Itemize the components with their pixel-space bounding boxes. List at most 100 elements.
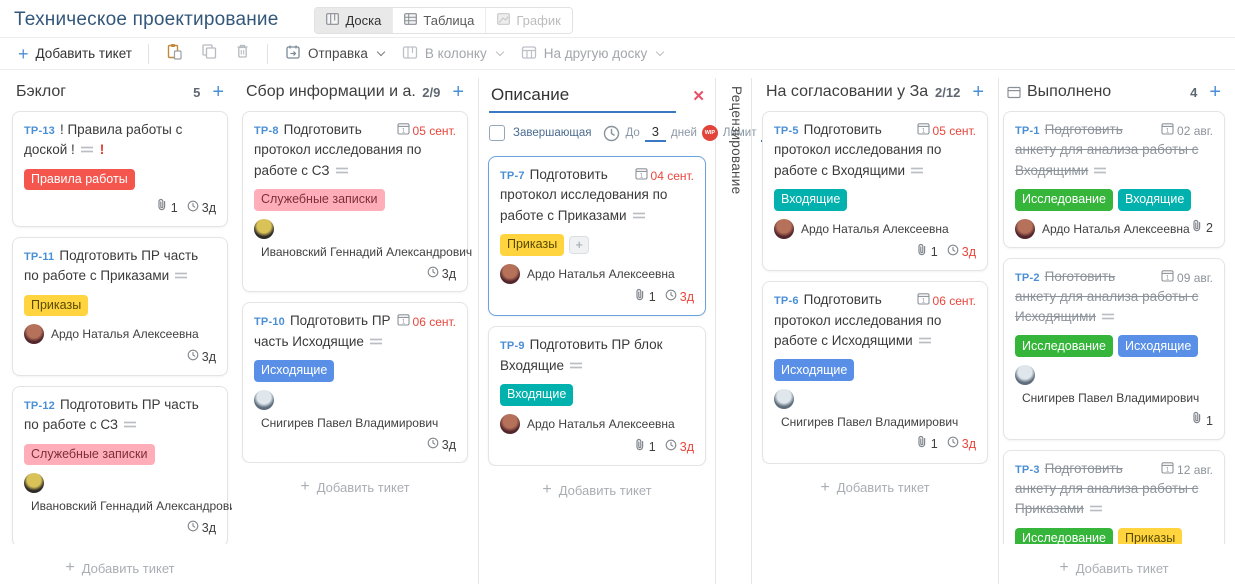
collapsed-column[interactable]: Рецензирование — [722, 78, 752, 584]
tag[interactable]: Исследование — [1015, 335, 1113, 357]
plus-icon: + — [820, 478, 830, 496]
add-ticket-button[interactable]: + Добавить тикет — [8, 560, 232, 576]
deadline-date: 04 сент. — [650, 169, 694, 183]
days-left: 3д — [947, 243, 976, 262]
ticket-card[interactable]: ТР-12 Подготовить ПР часть по работе с СЗ… — [12, 386, 232, 544]
view-tab[interactable]: Доска — [315, 7, 393, 33]
clock-icon — [665, 288, 677, 307]
archive-icon — [1007, 86, 1021, 99]
add-ticket-button[interactable]: + Добавить тикет — [758, 478, 992, 496]
column-name[interactable]: Выполнено — [1027, 83, 1184, 101]
column-add-button[interactable]: + — [1209, 82, 1221, 102]
ticket-key: ТР-12 — [24, 400, 55, 412]
tag[interactable]: Исходящие — [774, 359, 855, 381]
tags-row: Приказы — [24, 294, 216, 317]
ticket-card[interactable]: ТР-11 Подготовить ПР часть по работе с Пр… — [12, 237, 228, 376]
view-tab[interactable]: Таблица — [392, 7, 486, 33]
column-add-button[interactable]: + — [212, 82, 224, 102]
tag[interactable]: Приказы — [1118, 527, 1183, 544]
add-ticket-button[interactable]: + Добавить тикет — [479, 482, 715, 498]
view-tab-label: График — [516, 12, 561, 28]
tag[interactable]: Правила работы — [24, 168, 135, 191]
avatar — [24, 473, 44, 494]
copy-button[interactable] — [192, 41, 226, 66]
tag[interactable]: Входящие — [1118, 188, 1192, 211]
tag[interactable]: Приказы — [500, 233, 565, 256]
add-ticket-button[interactable]: + Добавить тикет — [999, 560, 1229, 576]
ticket-key: ТР-7 — [500, 170, 525, 182]
due-days-input[interactable]: 3 — [644, 124, 667, 142]
days-value: 3д — [201, 350, 216, 365]
view-tab[interactable]: График — [485, 7, 572, 33]
column-name[interactable]: Бэклог — [16, 83, 187, 101]
final-checkbox[interactable] — [489, 125, 505, 141]
column-name[interactable]: Сбор информации и а... — [246, 83, 416, 101]
tag[interactable]: Служебные записки — [254, 188, 385, 211]
card-head: ТР-13! Правила работы с доской !! — [24, 120, 216, 162]
tag[interactable]: Исходящие — [254, 359, 335, 382]
calendar-icon: 1 — [634, 167, 648, 185]
description-icon — [123, 416, 137, 436]
description-icon — [1093, 162, 1107, 182]
send-menu[interactable]: Отправка — [276, 44, 393, 63]
ticket-card[interactable]: 1 06 сент. ТР-6 Подготовить протокол исслед… — [762, 281, 988, 464]
ticket-card[interactable]: ТР-9 Подготовить ПР блок Входящие Входящие… — [488, 326, 706, 467]
column-add-button[interactable]: + — [452, 82, 464, 102]
close-icon[interactable]: ✕ — [692, 87, 705, 105]
assignee-name: Ардо Наталья Алексеевна — [527, 266, 675, 281]
card-head: 1 12 авг. ТР-3 Подготовить анкету для анали… — [1015, 459, 1213, 521]
assignee-name: Снигирев Павел Владимирович — [781, 414, 959, 429]
tag[interactable]: Исследование — [1015, 188, 1113, 211]
deadline-date: 05 сент. — [932, 124, 976, 138]
ticket-card[interactable]: 1 02 авг. ТР-1 Подготовить анкету для анали… — [1003, 111, 1225, 248]
ticket-key: ТР-8 — [254, 125, 279, 137]
to-board-menu[interactable]: На другую доску — [512, 45, 673, 63]
avatar — [1015, 218, 1035, 239]
column-title-input[interactable]: Описание — [489, 85, 677, 113]
assignee-name: Снигирев Павел Владимирович — [261, 415, 439, 430]
add-ticket-button[interactable]: + Добавить тикет — [238, 479, 472, 495]
ticket-card[interactable]: 1 04 сент. ТР-7 Подготовить протокол исслед… — [488, 156, 706, 317]
chevron-down-icon — [495, 47, 504, 57]
card-meta: 1 3д — [916, 243, 976, 263]
clock-icon — [665, 438, 677, 457]
add-tag-button[interactable]: + — [569, 235, 590, 254]
ticket-card[interactable]: 1 05 сент. ТР-5 Подготовить протокол исслед… — [762, 111, 988, 272]
plus-icon: + — [65, 559, 75, 576]
ticket-key: ТР-2 — [1015, 271, 1040, 284]
paste-button[interactable] — [157, 41, 192, 67]
tag[interactable]: Входящие — [500, 383, 574, 406]
board-column-1: Бэклог 5 + ТР-13! Правила работы с доской !… — [8, 78, 232, 584]
add-ticket-toolbar-button[interactable]: + Добавить тикет — [10, 45, 140, 63]
tag[interactable]: Исследование — [1015, 527, 1113, 544]
cards-list: 1 02 авг. ТР-1 Подготовить анкету для анали… — [999, 109, 1229, 544]
deadline: 1 05 сент. — [916, 122, 976, 140]
tag[interactable]: Служебные записки — [24, 443, 155, 466]
to-column-menu[interactable]: В колонку — [393, 45, 512, 63]
kanban-board: Бэклог 5 + ТР-13! Правила работы с доской !… — [0, 70, 1235, 584]
column-name[interactable]: На согласовании у За... — [766, 83, 929, 101]
ticket-card[interactable]: 1 05 сент. ТР-8 Подготовить протокол исслед… — [242, 111, 472, 293]
assignee-name: Ардо Наталья Алексеевна — [527, 416, 675, 431]
ticket-card[interactable]: 1 09 авг. ТР-2 Поготовить анкету для анализ… — [1003, 257, 1225, 440]
deadline-date: 06 сент. — [932, 294, 976, 309]
delete-button[interactable] — [226, 41, 259, 66]
avatar — [254, 389, 274, 410]
ticket-card[interactable]: 1 06 сент. ТР-10 Подготовить ПР часть Исход… — [242, 302, 468, 464]
ticket-card[interactable]: ТР-13! Правила работы с доской !! Правила… — [12, 111, 228, 227]
add-ticket-label: Добавить тикет — [558, 482, 652, 498]
tag[interactable]: Исходящие — [1118, 335, 1199, 357]
board-icon — [326, 12, 340, 28]
ticket-card[interactable]: 1 12 авг. ТР-3 Подготовить анкету для анали… — [1003, 449, 1225, 544]
card-footer: Снигирев Павел Владимирович 1 — [1015, 365, 1213, 431]
tag[interactable]: Приказы — [24, 294, 89, 317]
column-add-button[interactable]: + — [972, 82, 984, 102]
calendar-icon: 1 — [916, 122, 930, 140]
card-head: 1 06 сент. ТР-10 Подготовить ПР часть Исход… — [254, 311, 456, 353]
card-meta: 3д — [427, 265, 456, 284]
assignee-name: Ивановский Геннадий Александрович — [31, 499, 232, 514]
tag[interactable]: Входящие — [774, 188, 848, 211]
add-ticket-label: Добавить тикет — [1075, 560, 1169, 576]
card-head: 1 06 сент. ТР-6 Подготовить протокол исслед… — [774, 290, 976, 352]
deadline-date: 06 сент. — [412, 315, 456, 330]
